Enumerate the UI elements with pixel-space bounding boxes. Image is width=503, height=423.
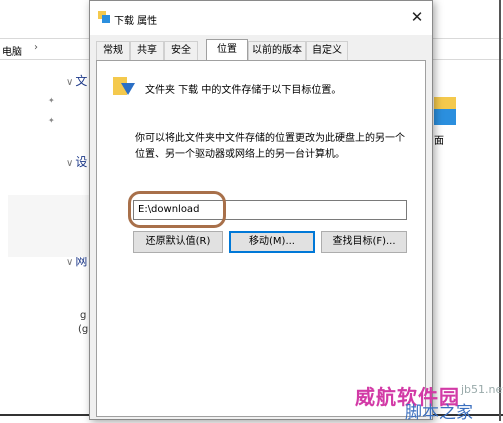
location-panel: 文件夹 下载 中的文件存储于以下目标位置。 你可以将此文件夹中文件存储的位置更改… bbox=[96, 60, 426, 417]
annotation-highlight bbox=[128, 191, 226, 228]
address-label: 电脑 bbox=[2, 47, 22, 58]
location-info-text: 文件夹 下载 中的文件存储于以下目标位置。 bbox=[145, 85, 342, 96]
nav-group-quick-access[interactable]: ∨ 文 bbox=[66, 72, 87, 89]
tab-sharing[interactable]: 共享 bbox=[130, 41, 164, 60]
window-border bbox=[499, 0, 501, 421]
folder-icon[interactable] bbox=[434, 97, 456, 127]
fragment-text: g bbox=[80, 310, 87, 321]
tab-security[interactable]: 安全 bbox=[164, 41, 198, 60]
chevron-down-icon: ∨ bbox=[66, 77, 74, 88]
search-bar[interactable] bbox=[430, 38, 503, 60]
restore-default-button[interactable]: 还原默认值(R) bbox=[133, 231, 223, 253]
tab-previous-versions[interactable]: 以前的版本 bbox=[248, 41, 306, 60]
fragment-text: (g bbox=[78, 324, 89, 335]
pin-icon: ✦ bbox=[48, 116, 55, 125]
downloads-folder-icon bbox=[98, 11, 110, 23]
tab-customize[interactable]: 自定义 bbox=[306, 41, 348, 60]
location-description: 你可以将此文件夹中文件存储的位置更改为此硬盘上的另一个 位置、另一个驱动器或网络… bbox=[135, 131, 415, 163]
find-target-button[interactable]: 查找目标(F)... bbox=[321, 231, 407, 253]
move-button[interactable]: 移动(M)... bbox=[229, 231, 315, 253]
chevron-down-icon: ∨ bbox=[66, 158, 74, 169]
description-line: 你可以将此文件夹中文件存储的位置更改为此硬盘上的另一个 bbox=[135, 133, 405, 144]
watermark-sub: 脚本之家 bbox=[405, 403, 473, 423]
close-button[interactable]: ✕ bbox=[408, 8, 426, 26]
dialog-title: 下载 属性 bbox=[114, 16, 158, 27]
tab-location[interactable]: 位置 bbox=[206, 39, 248, 62]
nav-group-label: 设 bbox=[75, 155, 88, 169]
tab-general[interactable]: 常规 bbox=[96, 41, 130, 60]
download-folder-icon bbox=[113, 75, 135, 97]
pin-icon: ✦ bbox=[48, 96, 55, 105]
watermark-site: jb51.net bbox=[461, 383, 503, 396]
nav-group-label: 文 bbox=[75, 74, 88, 88]
address-bar[interactable]: 电脑 › bbox=[0, 38, 90, 60]
title-bar[interactable]: 下载 属性 ✕ bbox=[90, 1, 432, 35]
nav-group-devices[interactable]: ∨ 设 bbox=[66, 153, 87, 170]
properties-dialog: 下载 属性 ✕ 常规 共享 安全 位置 以前的版本 自定义 文件夹 下载 中的文… bbox=[89, 0, 433, 420]
chevron-down-icon: ∨ bbox=[66, 257, 74, 268]
chevron-right-icon: › bbox=[34, 42, 38, 53]
folder-label: 面 bbox=[434, 136, 444, 147]
description-line: 位置、另一个驱动器或网络上的另一台计算机。 bbox=[135, 149, 345, 160]
